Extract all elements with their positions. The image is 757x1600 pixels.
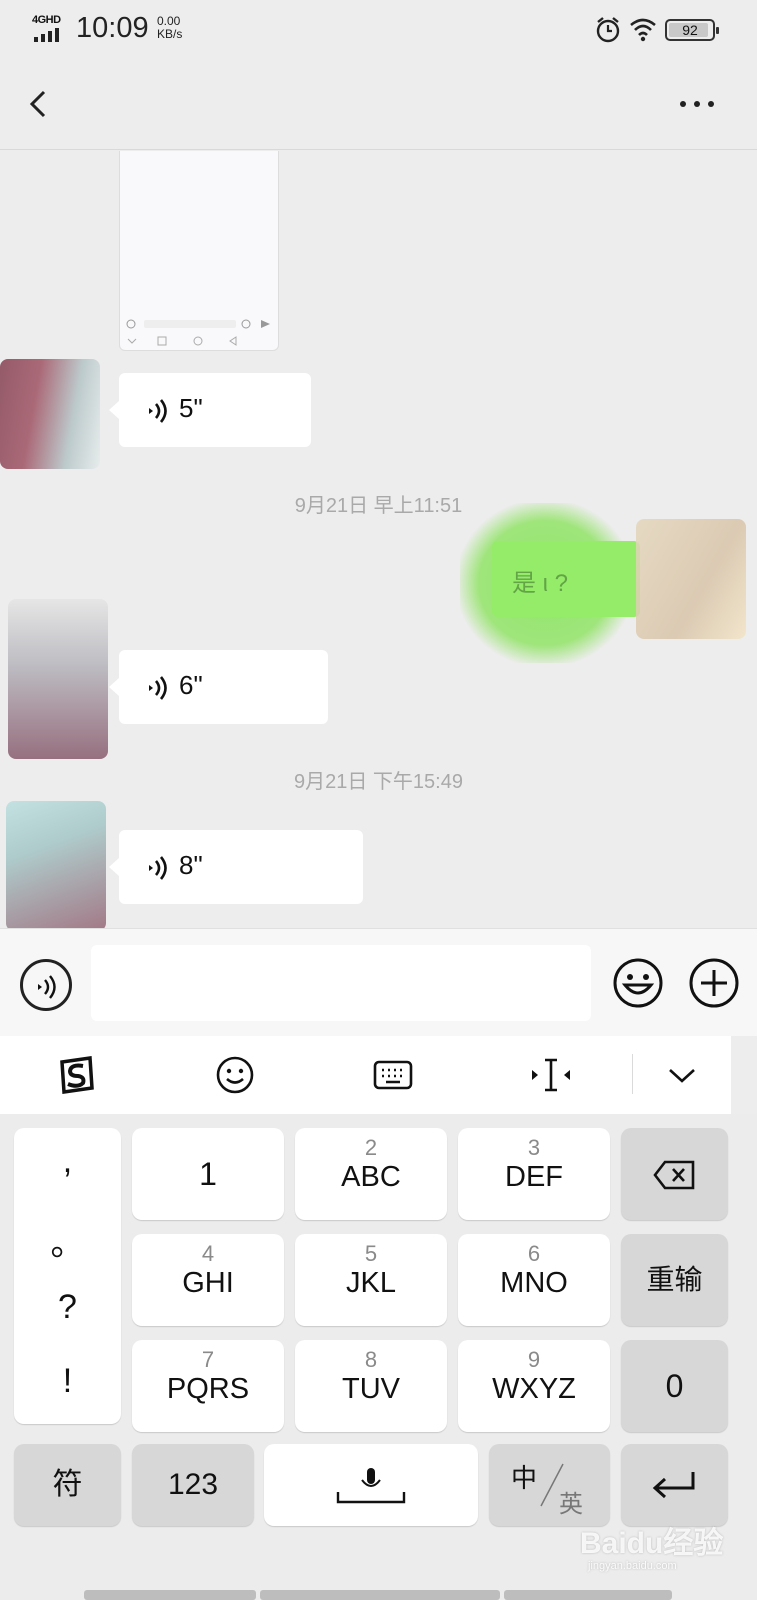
contact-avatar[interactable] <box>6 801 106 928</box>
key-9[interactable]: 9 WXYZ <box>458 1340 610 1432</box>
key-label: 123 <box>167 1468 219 1501</box>
enter-key[interactable] <box>621 1444 728 1526</box>
punct-comma[interactable]: , <box>14 1142 121 1181</box>
numbers-key[interactable]: 123 <box>132 1444 254 1526</box>
reenter-key[interactable]: 重输 <box>621 1234 728 1326</box>
voice-wave-icon <box>149 856 167 880</box>
key-letters: PQRS <box>166 1373 250 1405</box>
keyboard-icon[interactable] <box>372 1054 414 1096</box>
key-number: 5 <box>364 1241 378 1266</box>
key-1[interactable]: 1 <box>132 1128 284 1220</box>
key-6[interactable]: 6 MNO <box>458 1234 610 1326</box>
nav-hint-bar <box>84 1590 256 1600</box>
backspace-key[interactable] <box>621 1128 728 1220</box>
voice-duration: 5" <box>179 393 203 423</box>
key-label: 1 <box>199 1156 217 1192</box>
image-thumbnail-nav <box>127 336 237 346</box>
key-7[interactable]: 7 PQRS <box>132 1340 284 1432</box>
key-label: 重输 <box>646 1264 703 1295</box>
network-type: 4GHD <box>32 14 61 26</box>
punct-exclamation[interactable]: ! <box>14 1362 121 1401</box>
voice-duration: 8" <box>179 850 203 880</box>
chat-messages[interactable]: 5" 9月21日 早上11:51 是 ι ? 6" 9月21日 下午15:49 … <box>0 151 757 928</box>
key-5[interactable]: 5 JKL <box>295 1234 447 1326</box>
signal-icon: 4GHD <box>32 14 68 42</box>
baidu-watermark: Baidu经验 jingyan.baidu.com <box>580 1518 723 1572</box>
key-number: 7 <box>201 1347 215 1372</box>
message-input[interactable] <box>91 945 591 1021</box>
chat-header <box>0 60 757 150</box>
key-letters: ABC <box>341 1161 401 1193</box>
contact-avatar[interactable] <box>0 359 100 469</box>
sogou-logo-icon[interactable] <box>56 1054 98 1096</box>
emoji-icon[interactable] <box>612 957 664 1009</box>
key-letters: JKL <box>346 1267 396 1299</box>
punctuation-column[interactable]: , 。 ? ! <box>14 1128 121 1424</box>
watermark-text: Baidu经验 <box>580 1527 724 1560</box>
key-4[interactable]: 4 GHI <box>132 1234 284 1326</box>
voice-message[interactable]: 8" <box>109 830 363 904</box>
microphone-space-icon <box>336 1468 406 1504</box>
keyboard-toolbar <box>0 1036 731 1114</box>
key-number: 3 <box>527 1135 541 1160</box>
nav-hint-bar <box>504 1590 672 1600</box>
lang-english: 英 <box>559 1491 583 1518</box>
collapse-chevron-icon[interactable] <box>664 1054 700 1096</box>
key-number: 9 <box>527 1347 541 1372</box>
emoji-face-icon[interactable] <box>214 1054 256 1096</box>
space-voice-key[interactable] <box>264 1444 478 1526</box>
voice-wave-icon <box>149 676 167 700</box>
watermark-url: jingyan.baidu.com <box>588 1560 677 1572</box>
punct-period[interactable]: 。 <box>14 1216 121 1265</box>
voice-message[interactable]: 6" <box>109 650 328 724</box>
backspace-icon <box>653 1160 695 1190</box>
key-label: 0 <box>665 1368 684 1404</box>
sent-text-message[interactable]: 是 ι ? <box>492 541 640 617</box>
message-timestamp: 9月21日 下午15:49 <box>294 771 463 793</box>
contact-avatar[interactable] <box>8 599 108 759</box>
plus-icon[interactable] <box>688 957 740 1009</box>
message-timestamp: 9月21日 早上11:51 <box>294 495 463 517</box>
more-dots-icon[interactable] <box>677 92 717 116</box>
key-letters: TUV <box>342 1373 400 1405</box>
symbols-key[interactable]: 符 <box>14 1444 121 1526</box>
cursor-move-icon[interactable] <box>528 1054 574 1096</box>
nav-hint-bar <box>260 1590 500 1600</box>
my-avatar[interactable] <box>636 519 746 639</box>
back-chevron-icon[interactable] <box>24 84 54 124</box>
network-speed: 0.00 KB/s <box>157 15 182 41</box>
clock-time: 10:09 <box>76 12 149 44</box>
speed-unit: KB/s <box>157 27 183 41</box>
punct-question[interactable]: ? <box>14 1288 121 1327</box>
battery-icon: 92 <box>665 19 719 41</box>
key-2[interactable]: 2 ABC <box>295 1128 447 1220</box>
lang-chinese: 中 <box>511 1463 538 1493</box>
status-bar: 4GHD 10:09 0.00 KB/s 92 <box>0 0 757 60</box>
voice-toggle-icon[interactable] <box>20 959 72 1011</box>
key-number: 8 <box>364 1347 378 1372</box>
key-letters: MNO <box>500 1267 568 1299</box>
image-thumbnail <box>126 319 270 329</box>
key-label: 符 <box>52 1468 83 1501</box>
alarm-icon <box>596 17 620 43</box>
key-0[interactable]: 0 <box>621 1340 728 1432</box>
wifi-icon <box>630 18 656 42</box>
language-switch-key[interactable]: 中 英 <box>489 1444 610 1526</box>
sent-text: 是 ι ? <box>512 570 569 597</box>
key-number: 4 <box>201 1241 215 1266</box>
voice-duration: 6" <box>179 670 203 700</box>
battery-level: 92 <box>682 22 698 38</box>
key-letters: WXYZ <box>492 1373 576 1405</box>
key-8[interactable]: 8 TUV <box>295 1340 447 1432</box>
voice-message[interactable]: 5" <box>109 373 311 447</box>
key-3[interactable]: 3 DEF <box>458 1128 610 1220</box>
key-number: 2 <box>364 1135 378 1160</box>
input-bar <box>0 928 757 1036</box>
key-number: 6 <box>527 1241 541 1266</box>
key-letters: DEF <box>505 1161 563 1193</box>
voice-wave-icon <box>149 399 167 423</box>
enter-icon <box>652 1472 695 1499</box>
image-message[interactable] <box>119 151 279 351</box>
key-letters: GHI <box>182 1267 234 1299</box>
